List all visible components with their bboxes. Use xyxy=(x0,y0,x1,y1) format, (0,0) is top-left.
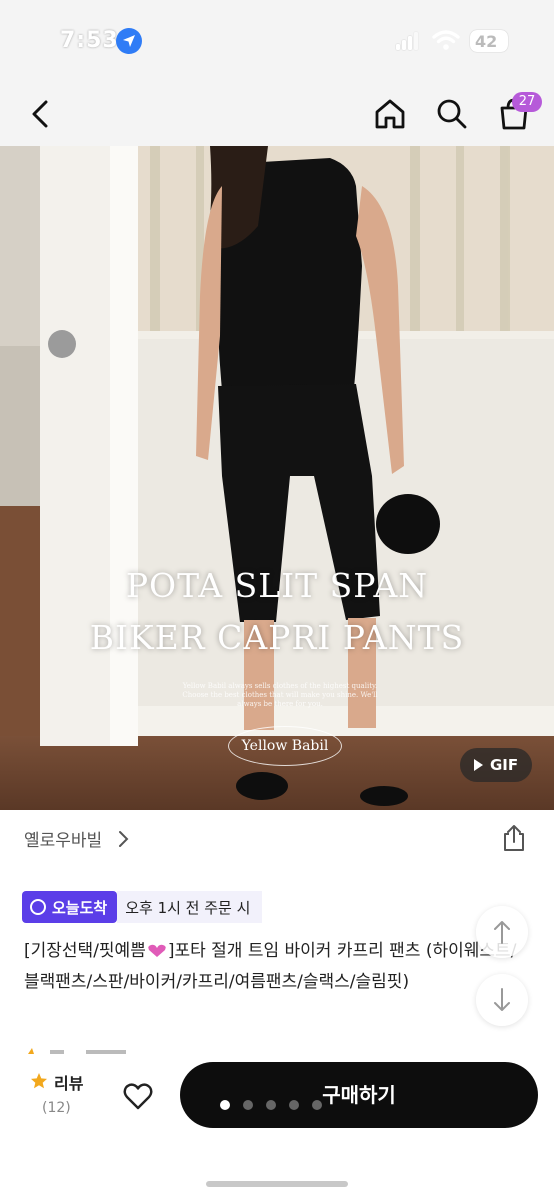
home-indicator xyxy=(206,1181,348,1187)
image-page-indicator xyxy=(220,1100,322,1110)
search-icon[interactable] xyxy=(434,96,470,132)
page-dot xyxy=(220,1100,230,1110)
wifi-icon xyxy=(432,30,460,50)
status-time: 7:53 xyxy=(60,28,119,53)
status-bar: 7:53 42 xyxy=(0,0,554,84)
battery-icon: 42 xyxy=(470,30,508,52)
review-summary-button[interactable]: 리뷰 (12) xyxy=(26,1070,90,1120)
page-dot xyxy=(289,1100,299,1110)
page-dot xyxy=(312,1100,322,1110)
buy-button[interactable]: 구매하기 xyxy=(180,1062,538,1128)
heart-icon[interactable] xyxy=(122,1080,154,1112)
image-brand-mark: Yellow Babil xyxy=(228,726,342,766)
play-icon xyxy=(474,759,483,771)
gif-label: GIF xyxy=(490,756,519,774)
product-title-part-1: [기장선택/핏예쁨 xyxy=(24,941,146,961)
home-icon[interactable] xyxy=(372,96,408,132)
product-image[interactable]: POTA SLIT SPAN BIKER CAPRI PANTS Yellow … xyxy=(0,146,554,810)
delivery-cutoff-note: 오후 1시 전 주문 시 xyxy=(117,891,263,923)
heart-emoji-icon xyxy=(148,944,166,957)
product-title: [기장선택/핏예쁨]포타 절개 트임 바이커 카프리 팬츠 (하이웨스트/블랙팬… xyxy=(24,936,524,998)
back-icon[interactable] xyxy=(24,96,60,132)
top-navigation-bar xyxy=(0,84,554,146)
arrow-circle-icon xyxy=(30,899,46,915)
review-count: (12) xyxy=(42,1100,71,1116)
delivery-tag: 오늘도착 오후 1시 전 주문 시 xyxy=(22,890,263,924)
star-icon xyxy=(31,1073,47,1089)
arrow-up-icon xyxy=(494,921,510,944)
location-arrow-icon xyxy=(116,28,142,54)
today-delivery-label: 오늘도착 xyxy=(52,898,108,917)
share-icon[interactable] xyxy=(500,824,528,852)
scroll-down-button[interactable] xyxy=(476,974,528,1026)
scroll-up-button[interactable] xyxy=(476,906,528,958)
today-delivery-badge: 오늘도착 xyxy=(22,891,118,923)
arrow-down-icon xyxy=(494,988,510,1011)
cart-count-badge: 27 xyxy=(512,92,542,112)
product-photo xyxy=(0,146,554,810)
signal-icon xyxy=(396,32,422,50)
image-title-line-1: POTA SLIT SPAN xyxy=(125,566,429,605)
page-dot xyxy=(266,1100,276,1110)
image-tagline: Yellow Babil always sells clothes of the… xyxy=(182,682,378,708)
chevron-right-icon xyxy=(119,831,129,847)
seller-name-link[interactable]: 옐로우바빌 xyxy=(24,826,102,851)
image-title-line-2: BIKER CAPRI PANTS xyxy=(89,618,465,657)
page-dot xyxy=(243,1100,253,1110)
battery-level: 42 xyxy=(475,32,498,51)
gif-button[interactable]: GIF xyxy=(460,748,532,782)
review-label: 리뷰 xyxy=(54,1074,84,1093)
